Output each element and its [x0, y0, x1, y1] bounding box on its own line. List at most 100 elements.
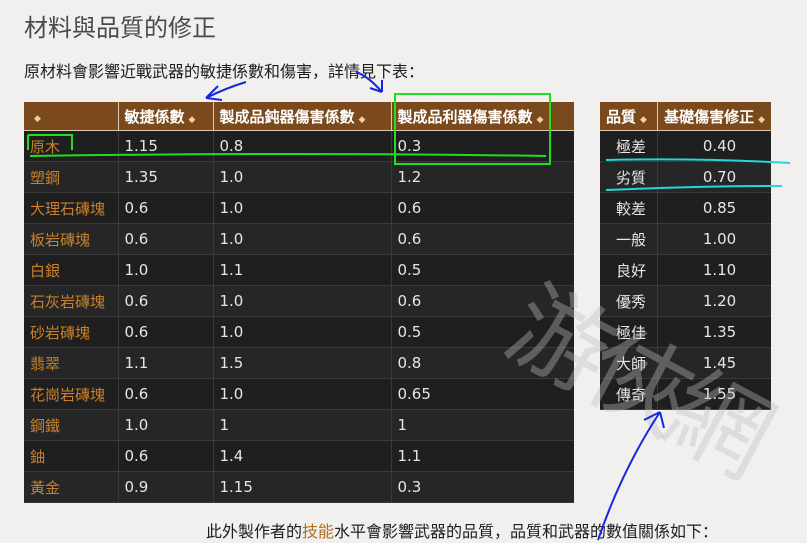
- material-row: 塑鋼 1.35 1.0 1.2: [24, 161, 574, 193]
- material-row: 石灰岩磚塊 0.6 1.0 0.6: [24, 285, 574, 317]
- material-header-2[interactable]: 製成品鈍器傷害係數 ◆: [213, 102, 392, 131]
- quality-cell: 一般: [600, 223, 659, 255]
- material-cell: 1.0: [213, 192, 392, 224]
- quality-cell: 大師: [600, 347, 659, 379]
- material-cell: 1.0: [213, 316, 392, 348]
- material-cell[interactable]: 黃金: [24, 471, 119, 503]
- quality-row: 極佳 1.35: [600, 316, 771, 348]
- material-cell: 1.1: [391, 440, 574, 472]
- material-cell: 0.6: [118, 223, 214, 255]
- material-header-1[interactable]: 敏捷係數 ◆: [118, 102, 214, 131]
- sort-icon[interactable]: ◆: [537, 115, 544, 125]
- sort-icon[interactable]: ◆: [189, 115, 196, 125]
- material-cell[interactable]: 板岩磚塊: [24, 223, 119, 255]
- quality-row: 大師 1.45: [600, 347, 771, 379]
- material-row: 砂岩磚塊 0.6 1.0 0.5: [24, 316, 574, 348]
- quality-header-1[interactable]: 基礎傷害修正 ◆: [657, 102, 771, 131]
- material-cell: 0.65: [391, 378, 574, 410]
- material-cell[interactable]: 石灰岩磚塊: [24, 285, 119, 317]
- material-cell[interactable]: 原木: [24, 130, 119, 162]
- page-title: 材料與品質的修正: [24, 14, 216, 42]
- material-cell: 0.6: [118, 440, 214, 472]
- quality-cell: 0.40: [657, 130, 771, 162]
- material-cell[interactable]: 鋼鐵: [24, 409, 119, 441]
- quality-cell: 較差: [600, 192, 659, 224]
- material-cell: 1.0: [213, 378, 392, 410]
- material-cell: 1.0: [213, 161, 392, 193]
- quality-table: 品質 ◆ 基礎傷害修正 ◆ 極差 0.40 劣質 0.70 較差 0.85 一般 1.00 良好 1.1…: [600, 102, 771, 410]
- materials-table: ◆ 敏捷係數 ◆ 製成品鈍器傷害係數 ◆ 製成品利器傷害係數 ◆ 原木 1.15 0.8 0.3 塑…: [24, 102, 574, 503]
- material-cell: 1.5: [213, 347, 392, 379]
- quality-row: 劣質 0.70: [600, 161, 771, 193]
- sort-icon[interactable]: ◆: [758, 115, 765, 125]
- footer-text-end: 水平會影響武器的品質，品質和武器的數值關係如下：: [334, 522, 719, 541]
- material-cell: 0.6: [391, 223, 574, 255]
- material-cell[interactable]: 白銀: [24, 254, 119, 286]
- material-header-0[interactable]: ◆: [24, 102, 119, 131]
- material-cell: 0.3: [391, 130, 574, 162]
- blue-arrow-agility: [205, 81, 247, 101]
- sort-icon[interactable]: ◆: [34, 114, 41, 124]
- material-cell: 1.1: [118, 347, 214, 379]
- material-cell: 0.6: [118, 285, 214, 317]
- quality-cell: 劣質: [600, 161, 659, 193]
- quality-cell: 1.10: [657, 254, 771, 286]
- material-row: 白銀 1.0 1.1 0.5: [24, 254, 574, 286]
- quality-cell: 1.00: [657, 223, 771, 255]
- material-cell: 0.6: [118, 316, 214, 348]
- material-cell: 1.1: [213, 254, 392, 286]
- footer-text-start: 此外製作者的: [206, 522, 303, 541]
- quality-row: 優秀 1.20: [600, 285, 771, 317]
- material-row: 鋼鐵 1.0 1 1: [24, 409, 574, 441]
- material-cell[interactable]: 大理石磚塊: [24, 192, 119, 224]
- sort-icon[interactable]: ◆: [640, 115, 647, 125]
- material-cell: 0.6: [391, 285, 574, 317]
- quality-cell: 良好: [600, 254, 659, 286]
- material-cell[interactable]: 花崗岩磚塊: [24, 378, 119, 410]
- material-row: 花崗岩磚塊 0.6 1.0 0.65: [24, 378, 574, 410]
- material-cell: 1.0: [213, 223, 392, 255]
- quality-cell: 傳奇: [600, 378, 659, 410]
- quality-cell: 0.85: [657, 192, 771, 224]
- material-row: 翡翠 1.1 1.5 0.8: [24, 347, 574, 379]
- footer-text: 此外製作者的技能水平會影響武器的品質，品質和武器的數值關係如下：: [206, 518, 718, 542]
- quality-header-0[interactable]: 品質 ◆: [600, 102, 659, 131]
- sort-icon[interactable]: ◆: [359, 115, 366, 125]
- quality-cell: 極佳: [600, 316, 659, 348]
- material-cell: 1.15: [213, 471, 392, 503]
- material-cell: 0.6: [118, 378, 214, 410]
- quality-row: 較差 0.85: [600, 192, 771, 224]
- material-cell[interactable]: 鈾: [24, 440, 119, 472]
- material-header-3[interactable]: 製成品利器傷害係數 ◆: [391, 102, 574, 131]
- quality-row: 傳奇 1.55: [600, 378, 771, 410]
- material-cell: 0.9: [118, 471, 214, 503]
- quality-cell: 0.70: [657, 161, 771, 193]
- quality-cell: 1.35: [657, 316, 771, 348]
- material-cell: 0.6: [391, 192, 574, 224]
- material-row: 黃金 0.9 1.15 0.3: [24, 471, 574, 503]
- material-cell: 0.8: [391, 347, 574, 379]
- quality-row: 一般 1.00: [600, 223, 771, 255]
- material-row: 板岩磚塊 0.6 1.0 0.6: [24, 223, 574, 255]
- quality-cell: 優秀: [600, 285, 659, 317]
- intro-text: 原材料會影響近戰武器的敏捷係數和傷害，詳情見下表：: [24, 62, 425, 81]
- material-cell: 0.5: [391, 316, 574, 348]
- material-row: 鈾 0.6 1.4 1.1: [24, 440, 574, 472]
- quality-row: 極差 0.40: [600, 130, 771, 162]
- material-cell: 0.3: [391, 471, 574, 503]
- material-cell: 1.4: [213, 440, 392, 472]
- quality-cell: 極差: [600, 130, 659, 162]
- quality-row: 良好 1.10: [600, 254, 771, 286]
- quality-cell: 1.20: [657, 285, 771, 317]
- material-header-label: 製成品鈍器傷害係數: [219, 107, 355, 126]
- material-cell[interactable]: 塑鋼: [24, 161, 119, 193]
- quality-cell: 1.55: [657, 378, 771, 410]
- skill-link[interactable]: 技能: [302, 522, 334, 541]
- material-cell: 1.0: [118, 254, 214, 286]
- material-cell: 1: [391, 409, 574, 441]
- material-cell[interactable]: 砂岩磚塊: [24, 316, 119, 348]
- material-cell: 0.5: [391, 254, 574, 286]
- material-cell: 0.6: [118, 192, 214, 224]
- material-cell[interactable]: 翡翠: [24, 347, 119, 379]
- material-cell: 1: [213, 409, 392, 441]
